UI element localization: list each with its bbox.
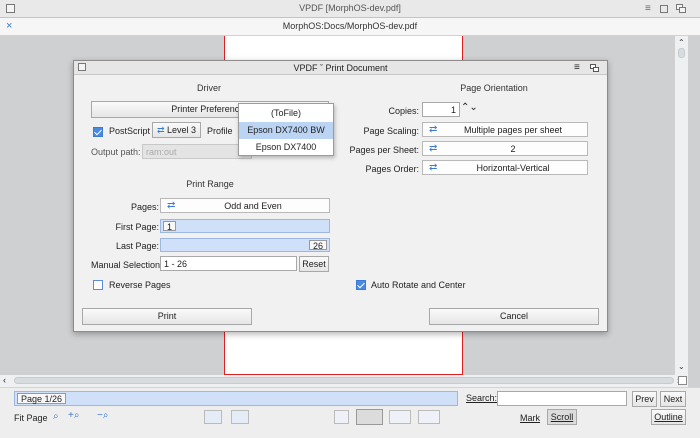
profile-dropdown[interactable]: (ToFile) Epson DX7400 BW Epson DX7400 bbox=[238, 103, 334, 156]
horizontal-scroll-thumb[interactable] bbox=[14, 377, 674, 384]
last-page-slider[interactable]: 26 bbox=[160, 238, 330, 252]
decrement-icon[interactable]: ⌄ bbox=[469, 102, 477, 113]
postscript-level-value: Level 3 bbox=[167, 125, 197, 135]
menu-icon[interactable]: ≡ bbox=[645, 3, 651, 14]
document-tab-bar: × MorphOS:Docs/MorphOS-dev.pdf bbox=[0, 18, 700, 36]
reverse-pages-label: Reverse Pages bbox=[109, 280, 171, 290]
zoom-in-icon[interactable]: +⌕ bbox=[68, 410, 90, 424]
document-path: MorphOS:Docs/MorphOS-dev.pdf bbox=[282, 21, 418, 31]
zoom-window-icon[interactable] bbox=[676, 4, 686, 13]
dropdown-item-epson[interactable]: Epson DX7400 bbox=[239, 139, 333, 156]
pages-per-sheet-cycle[interactable]: ⇄ 2 bbox=[422, 141, 588, 156]
page-indicator-field[interactable]: Page 1/26 bbox=[14, 391, 458, 406]
postscript-label: PostScript bbox=[109, 126, 151, 136]
page-indicator: Page 1/26 bbox=[17, 393, 67, 404]
prev-button[interactable]: Prev bbox=[632, 391, 657, 407]
search-input[interactable] bbox=[497, 391, 627, 406]
cycle-icon: ⇄ bbox=[429, 124, 438, 135]
output-path-label: Output path: bbox=[91, 147, 141, 157]
profile-label: Profile bbox=[207, 126, 233, 136]
rotate-left-icon[interactable] bbox=[204, 410, 222, 424]
rotate-right-icon[interactable] bbox=[231, 410, 249, 424]
pages-order-label: Pages Order: bbox=[365, 164, 419, 174]
pages-label: Pages: bbox=[130, 202, 159, 212]
pages-per-sheet-value: 2 bbox=[510, 144, 516, 154]
window-titlebar: VPDF [MorphOS-dev.pdf] ≡ bbox=[0, 0, 700, 18]
horizontal-scrollbar[interactable]: ‹ › bbox=[0, 375, 688, 387]
dropdown-item-tofile[interactable]: (ToFile) bbox=[239, 105, 333, 122]
auto-rotate-checkbox[interactable] bbox=[356, 280, 366, 290]
postscript-level-cycle[interactable]: ⇄ Level 3 bbox=[152, 122, 201, 138]
manual-selection-label: Manual Selection bbox=[91, 260, 161, 270]
pages-per-sheet-label: Pages per Sheet: bbox=[349, 145, 419, 155]
scroll-left-icon[interactable]: ‹ bbox=[3, 375, 6, 385]
page-orientation-section-title: Page Orientation bbox=[460, 83, 528, 93]
page-scaling-cycle[interactable]: ⇄ Multiple pages per sheet bbox=[422, 122, 588, 137]
iconify-icon[interactable] bbox=[660, 5, 668, 13]
vertical-scroll-thumb[interactable] bbox=[678, 48, 685, 58]
cycle-icon: ⇄ bbox=[429, 143, 438, 154]
mark-button[interactable]: Mark bbox=[520, 413, 540, 423]
search-label: Search: bbox=[466, 393, 498, 403]
cycle-icon: ⇄ bbox=[429, 162, 438, 173]
manual-selection-input[interactable]: 1 - 26 bbox=[160, 256, 297, 271]
bottom-toolbar: Page 1/26 Search: Prev Next Fit Page ⌕ +… bbox=[0, 387, 700, 438]
scroll-button[interactable]: Scroll bbox=[547, 409, 577, 425]
next-button[interactable]: Next bbox=[660, 391, 686, 407]
driver-section-title: Driver bbox=[197, 83, 221, 93]
output-path-field[interactable]: ram:out bbox=[142, 144, 252, 159]
pages-order-value: Horizontal-Vertical bbox=[476, 163, 550, 173]
magnifier-icon[interactable]: ⌕ bbox=[53, 411, 59, 422]
dropdown-item-epson-bw[interactable]: Epson DX7400 BW bbox=[239, 122, 333, 139]
pages-value: Odd and Even bbox=[224, 201, 282, 211]
cycle-icon: ⇄ bbox=[156, 125, 165, 135]
last-page-value[interactable]: 26 bbox=[308, 240, 327, 251]
single-page-icon[interactable] bbox=[334, 410, 349, 424]
scroll-up-icon[interactable]: ⌃ bbox=[678, 38, 685, 47]
outline-button[interactable]: Outline bbox=[651, 409, 686, 425]
copies-label: Copies: bbox=[388, 106, 419, 116]
print-button[interactable]: Print bbox=[82, 308, 252, 325]
two-page-icon[interactable] bbox=[389, 410, 411, 424]
fit-page-label[interactable]: Fit Page bbox=[14, 413, 48, 423]
cancel-button[interactable]: Cancel bbox=[429, 308, 599, 325]
dialog-title: VPDF ˇ Print Document bbox=[293, 63, 388, 73]
reset-button[interactable]: Reset bbox=[299, 256, 329, 272]
auto-rotate-label: Auto Rotate and Center bbox=[371, 280, 466, 290]
dialog-menu-icon[interactable]: ≡ bbox=[574, 62, 580, 73]
pages-cycle[interactable]: ⇄ Odd and Even bbox=[160, 198, 330, 213]
vertical-scrollbar[interactable]: ⌃ ⌄ bbox=[674, 36, 688, 375]
dialog-zoom-icon[interactable] bbox=[590, 64, 599, 72]
zoom-out-icon[interactable]: −⌕ bbox=[97, 410, 119, 424]
first-page-slider[interactable]: 1 bbox=[160, 219, 330, 233]
page-scaling-label: Page Scaling: bbox=[363, 126, 419, 136]
first-page-label: First Page: bbox=[115, 222, 159, 232]
window-title: VPDF [MorphOS-dev.pdf] bbox=[299, 3, 401, 13]
reverse-pages-checkbox[interactable] bbox=[93, 280, 103, 290]
copies-stepper[interactable]: ⌃⌄ bbox=[461, 102, 478, 113]
dialog-titlebar: VPDF ˇ Print Document ≡ bbox=[74, 61, 607, 75]
scroll-corner bbox=[678, 376, 687, 385]
page-scaling-value: Multiple pages per sheet bbox=[463, 125, 563, 135]
print-range-section-title: Print Range bbox=[186, 179, 234, 189]
first-page-value[interactable]: 1 bbox=[163, 221, 177, 232]
scroll-down-icon[interactable]: ⌄ bbox=[678, 362, 685, 371]
cycle-icon: ⇄ bbox=[167, 200, 176, 211]
pages-order-cycle[interactable]: ⇄ Horizontal-Vertical bbox=[422, 160, 588, 175]
print-dialog: VPDF ˇ Print Document ≡ Driver Printer P… bbox=[73, 60, 608, 332]
postscript-checkbox[interactable] bbox=[93, 127, 103, 137]
continuous-page-icon[interactable] bbox=[356, 409, 383, 425]
two-page-continuous-icon[interactable] bbox=[418, 410, 440, 424]
copies-input[interactable]: 1 bbox=[422, 102, 460, 117]
last-page-label: Last Page: bbox=[115, 241, 159, 251]
